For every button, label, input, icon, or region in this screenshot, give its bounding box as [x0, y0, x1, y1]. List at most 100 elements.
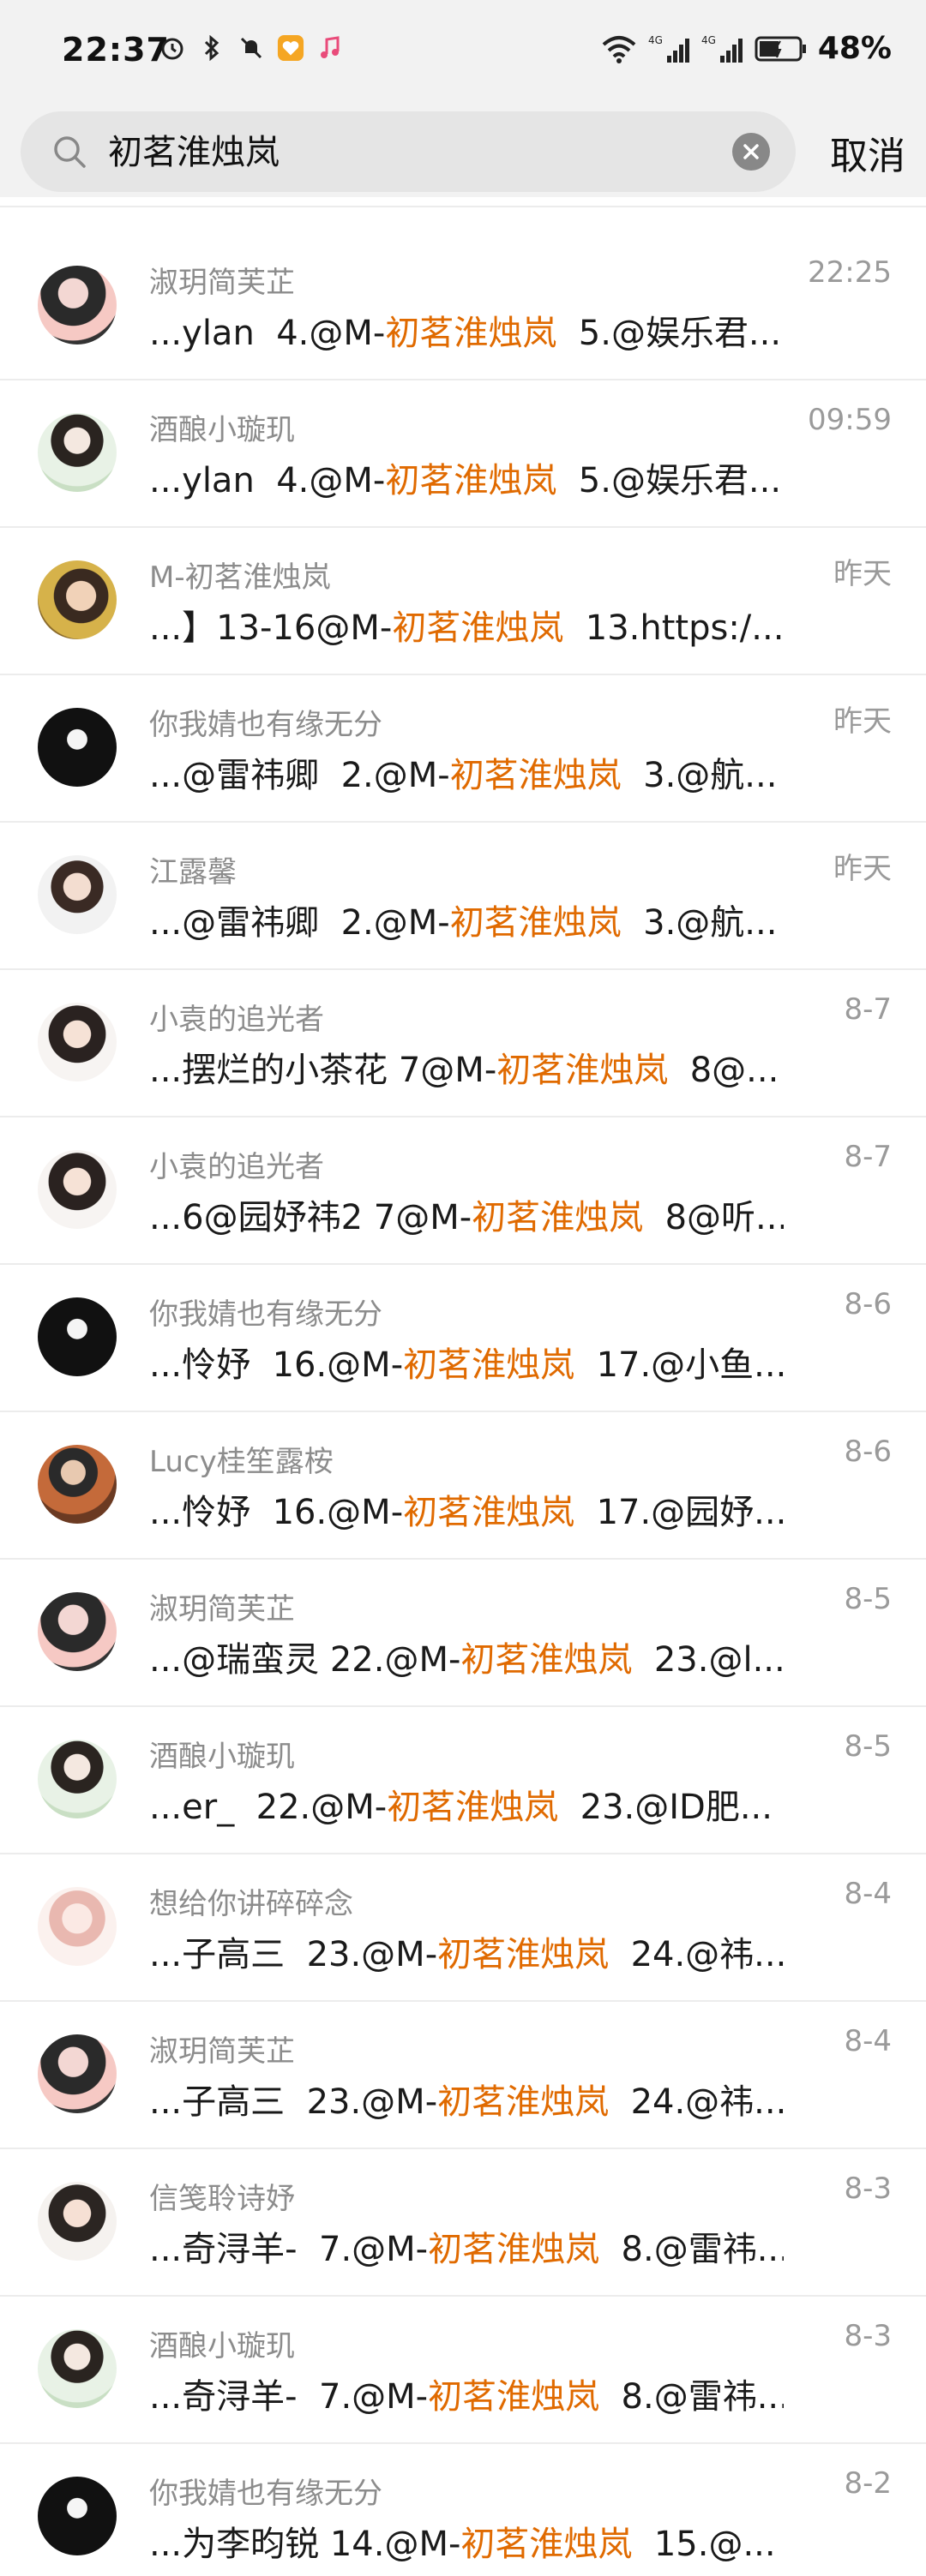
snippet-highlight: 初茗淮烛岚	[403, 1345, 575, 1385]
message-time: 8-7	[844, 1140, 892, 1174]
snippet-prefix: ...怜妤 16.@M-	[149, 1493, 404, 1532]
search-box[interactable]	[21, 111, 796, 192]
message-time: 09:59	[808, 403, 892, 437]
snippet-prefix: ...6@园妤祎2 7@M-	[149, 1198, 472, 1237]
message-time: 8-4	[844, 1877, 892, 1911]
snippet-highlight: 初茗淮烛岚	[449, 903, 622, 943]
status-icons-left	[159, 34, 344, 62]
battery-level: 48%	[817, 31, 892, 66]
sender-name: 你我婧也有缘无分	[149, 2477, 382, 2511]
avatar[interactable]	[38, 560, 117, 639]
snippet-prefix: ...子高三 23.@M-	[149, 1935, 438, 1974]
result-row[interactable]: 你我婧也有缘无分 ...@雷祎卿 2.@M-初茗淮烛岚 3.@航... 昨天	[0, 675, 926, 823]
avatar[interactable]	[38, 413, 117, 492]
avatar[interactable]	[38, 1150, 117, 1229]
message-snippet: ...er_ 22.@M-初茗淮烛岚 23.@ID肥...	[149, 1779, 784, 1829]
avatar[interactable]	[38, 1445, 117, 1524]
snippet-prefix: ...ylan 4.@M-	[149, 314, 386, 353]
snippet-suffix: 23.@l...	[632, 1640, 784, 1680]
avatar[interactable]	[38, 2034, 117, 2113]
sender-name: 酒酿小璇玑	[149, 1740, 295, 1774]
result-row[interactable]: 淑玥简芙芷 ...ylan 4.@M-初茗淮烛岚 5.@娱乐君... 22:25	[0, 233, 926, 380]
message-snippet: ...奇浔羊- 7.@M-初茗淮烛岚 8.@雷祎...	[149, 2369, 784, 2418]
snippet-highlight: 初茗淮烛岚	[403, 1493, 575, 1532]
message-time: 8-5	[844, 1582, 892, 1616]
signal-icon: 4G	[648, 34, 691, 63]
search-bar: 取消	[0, 103, 926, 197]
result-row[interactable]: 你我婧也有缘无分 ...怜妤 16.@M-初茗淮烛岚 17.@小鱼... 8-6	[0, 1265, 926, 1412]
avatar[interactable]	[38, 2329, 117, 2408]
sender-name: 想给你讲碎碎念	[149, 1887, 353, 1921]
snippet-highlight: 初茗淮烛岚	[437, 1935, 610, 1974]
snippet-suffix: 8@...	[668, 1051, 779, 1090]
result-row[interactable]: 酒酿小璇玑 ...er_ 22.@M-初茗淮烛岚 23.@ID肥... 8-5	[0, 1707, 926, 1854]
result-row[interactable]: 酒酿小璇玑 ...ylan 4.@M-初茗淮烛岚 5.@娱乐君... 09:59	[0, 380, 926, 528]
snippet-prefix: ...为李昀锐 14.@M-	[149, 2525, 461, 2564]
search-icon	[51, 134, 87, 173]
snippet-highlight: 初茗淮烛岚	[385, 314, 557, 353]
result-row[interactable]: 想给你讲碎碎念 ...子高三 23.@M-初茗淮烛岚 24.@祎... 8-4	[0, 1854, 926, 2002]
result-row[interactable]: 江露馨 ...@雷祎卿 2.@M-初茗淮烛岚 3.@航... 昨天	[0, 823, 926, 970]
avatar[interactable]	[38, 1592, 117, 1671]
message-snippet: ...子高三 23.@M-初茗淮烛岚 24.@祎...	[149, 1926, 784, 1976]
snippet-highlight: 初茗淮烛岚	[385, 461, 557, 500]
avatar[interactable]	[38, 266, 117, 344]
snippet-prefix: ...子高三 23.@M-	[149, 2082, 438, 2122]
svg-text:4G: 4G	[701, 34, 716, 46]
snippet-suffix: 8.@雷祎...	[599, 2230, 784, 2269]
message-snippet: ...为李昀锐 14.@M-初茗淮烛岚 15.@...	[149, 2516, 784, 2566]
snippet-prefix: ...奇浔羊- 7.@M-	[149, 2230, 429, 2269]
snippet-highlight: 初茗淮烛岚	[460, 1640, 633, 1680]
snippet-prefix: ...摆烂的小茶花 7@M-	[149, 1051, 497, 1090]
message-time: 昨天	[833, 704, 892, 739]
snippet-suffix: 5.@娱乐君...	[556, 461, 782, 500]
snippet-highlight: 初茗淮烛岚	[428, 2230, 600, 2269]
avatar[interactable]	[38, 2182, 117, 2261]
result-list: 淑玥简芙芷 ...ylan 4.@M-初茗淮烛岚 5.@娱乐君... 22:25 酒酿…	[0, 233, 926, 2576]
heart-app-icon	[277, 34, 304, 62]
avatar[interactable]	[38, 1297, 117, 1376]
message-time: 8-3	[844, 2319, 892, 2353]
result-row[interactable]: 小袁的追光者 ...摆烂的小茶花 7@M-初茗淮烛岚 8@... 8-7	[0, 970, 926, 1117]
snippet-suffix: 17.@园妤...	[574, 1493, 784, 1532]
message-time: 8-7	[844, 992, 892, 1027]
status-time: 22:37	[62, 31, 170, 69]
snippet-prefix: ...er_ 22.@M-	[149, 1788, 388, 1827]
avatar[interactable]	[38, 1740, 117, 1818]
close-circle-icon[interactable]	[732, 133, 770, 171]
sender-name: 你我婧也有缘无分	[149, 708, 382, 742]
avatar[interactable]	[38, 2477, 117, 2555]
message-snippet: ...奇浔羊- 7.@M-初茗淮烛岚 8.@雷祎...	[149, 2221, 784, 2271]
avatar[interactable]	[38, 708, 117, 787]
result-row[interactable]: Lucy桂笙露桉 ...怜妤 16.@M-初茗淮烛岚 17.@园妤... 8-6	[0, 1412, 926, 1560]
result-row[interactable]: M-初茗淮烛岚 ...】13-16@M-初茗淮烛岚 13.https:/... 昨天	[0, 528, 926, 675]
snippet-suffix: 5.@娱乐君...	[556, 314, 782, 353]
result-row[interactable]: 小袁的追光者 ...6@园妤祎2 7@M-初茗淮烛岚 8@听... 8-7	[0, 1117, 926, 1265]
message-time: 8-2	[844, 2466, 892, 2501]
snippet-suffix: 24.@祎...	[609, 1935, 784, 1974]
snippet-prefix: ...ylan 4.@M-	[149, 461, 386, 500]
message-snippet: ...@雷祎卿 2.@M-初茗淮烛岚 3.@航...	[149, 895, 784, 944]
cancel-button[interactable]: 取消	[830, 125, 905, 180]
result-row[interactable]: 酒酿小璇玑 ...奇浔羊- 7.@M-初茗淮烛岚 8.@雷祎... 8-3	[0, 2297, 926, 2444]
result-row[interactable]: 你我婧也有缘无分 ...为李昀锐 14.@M-初茗淮烛岚 15.@... 8-2	[0, 2444, 926, 2576]
avatar[interactable]	[38, 1887, 117, 1966]
snippet-prefix: ...@瑞蛮灵 22.@M-	[149, 1640, 461, 1680]
message-time: 8-4	[844, 2024, 892, 2058]
search-input[interactable]	[106, 127, 710, 178]
result-row[interactable]: 淑玥简芙芷 ...@瑞蛮灵 22.@M-初茗淮烛岚 23.@l... 8-5	[0, 1560, 926, 1707]
avatar[interactable]	[38, 1003, 117, 1081]
mute-icon	[238, 34, 265, 62]
message-snippet: ...@雷祎卿 2.@M-初茗淮烛岚 3.@航...	[149, 747, 784, 797]
result-row[interactable]: 淑玥简芙芷 ...子高三 23.@M-初茗淮烛岚 24.@祎... 8-4	[0, 2002, 926, 2149]
message-snippet: ...摆烂的小茶花 7@M-初茗淮烛岚 8@...	[149, 1042, 784, 1092]
avatar[interactable]	[38, 855, 117, 934]
message-time: 昨天	[833, 852, 892, 886]
signal-icon: 4G	[701, 34, 744, 63]
snippet-prefix: ...】13-16@M-	[149, 608, 393, 648]
sender-name: 酒酿小璇玑	[149, 2329, 295, 2363]
bluetooth-icon	[198, 34, 225, 62]
result-row[interactable]: 信笺聆诗妤 ...奇浔羊- 7.@M-初茗淮烛岚 8.@雷祎... 8-3	[0, 2149, 926, 2297]
snippet-highlight: 初茗淮烛岚	[392, 608, 564, 648]
sender-name: 小袁的追光者	[149, 1150, 324, 1184]
